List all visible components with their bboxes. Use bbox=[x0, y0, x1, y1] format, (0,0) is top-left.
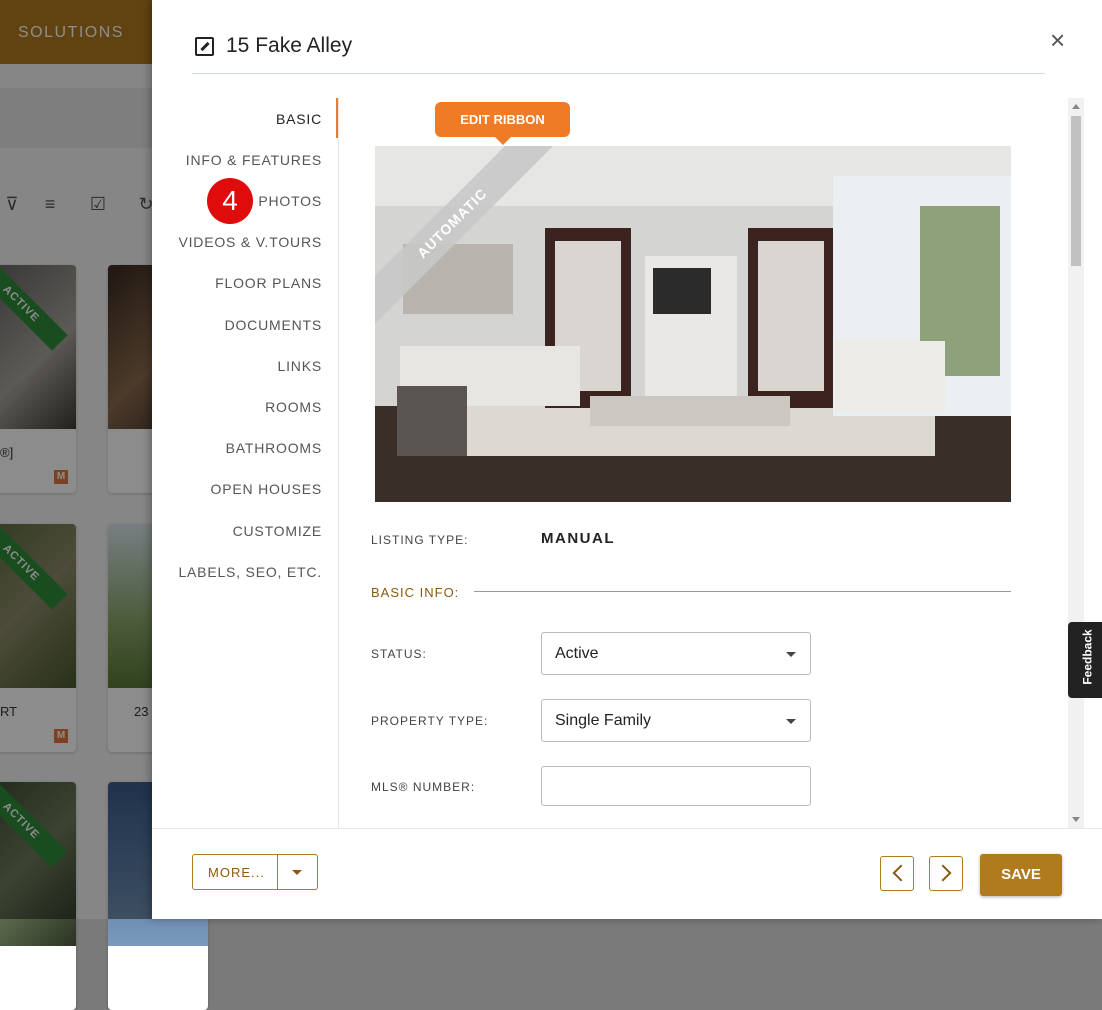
mls-number-input[interactable] bbox=[541, 766, 811, 806]
step-badge: 4 bbox=[207, 178, 253, 224]
nav-item-documents[interactable]: DOCUMENTS bbox=[225, 317, 322, 333]
chevron-down-icon[interactable] bbox=[292, 870, 302, 875]
nav-item-rooms[interactable]: ROOMS bbox=[265, 399, 322, 415]
listing-photo: AUTOMATIC bbox=[375, 146, 1011, 502]
basic-info-heading: BASIC INFO: bbox=[371, 585, 460, 600]
nav-item-bathrooms[interactable]: BATHROOMS bbox=[226, 440, 322, 456]
edit-listing-modal: 15 Fake Alley × BASIC INFO & FEATURES PH… bbox=[152, 0, 1102, 919]
content-scrollbar[interactable] bbox=[1068, 98, 1084, 828]
property-type-label: PROPERTY TYPE: bbox=[371, 714, 489, 728]
status-select-value: Active bbox=[555, 645, 599, 662]
chevron-down-icon bbox=[786, 719, 796, 724]
scroll-thumb[interactable] bbox=[1071, 116, 1081, 266]
listing-type-label: LISTING TYPE: bbox=[371, 533, 469, 547]
more-button-label: MORE... bbox=[208, 865, 265, 880]
property-type-select-value: Single Family bbox=[555, 712, 652, 729]
split-divider bbox=[277, 855, 278, 889]
chevron-right-icon bbox=[934, 864, 952, 882]
basic-content: EDIT RIBBON AUTOMATIC LISTING TYPE: MANU… bbox=[339, 98, 1067, 828]
edit-ribbon-button[interactable]: EDIT RIBBON bbox=[435, 102, 570, 145]
status-label: STATUS: bbox=[371, 647, 427, 661]
modal-header: 15 Fake Alley bbox=[192, 0, 1045, 74]
scroll-down-icon[interactable] bbox=[1072, 817, 1080, 822]
previous-button[interactable] bbox=[880, 856, 914, 891]
chevron-down-icon bbox=[786, 652, 796, 657]
nav-item-photos[interactable]: PHOTOS bbox=[258, 193, 322, 209]
modal-footer: MORE... SAVE bbox=[152, 828, 1102, 919]
nav-item-customize[interactable]: CUSTOMIZE bbox=[233, 523, 322, 539]
save-button[interactable]: SAVE bbox=[980, 854, 1062, 896]
status-select[interactable]: Active bbox=[541, 632, 811, 675]
nav-item-open-houses[interactable]: OPEN HOUSES bbox=[211, 481, 323, 497]
more-button[interactable]: MORE... bbox=[192, 854, 318, 890]
feedback-label: Feedback bbox=[1080, 629, 1095, 685]
edit-icon bbox=[195, 37, 214, 56]
feedback-tab[interactable]: Feedback bbox=[1068, 622, 1102, 698]
modal-backdrop[interactable] bbox=[0, 0, 152, 919]
listing-type-value: MANUAL bbox=[541, 530, 615, 547]
nav-item-videos-tours[interactable]: VIDEOS & V.TOURS bbox=[178, 234, 322, 250]
modal-title: 15 Fake Alley bbox=[226, 34, 353, 57]
scroll-up-icon[interactable] bbox=[1072, 104, 1080, 109]
next-button[interactable] bbox=[929, 856, 963, 891]
chevron-left-icon bbox=[892, 864, 910, 882]
nav-item-labels-seo[interactable]: LABELS, SEO, ETC. bbox=[178, 564, 322, 580]
nav-item-floor-plans[interactable]: FLOOR PLANS bbox=[215, 275, 322, 291]
nav-item-info-features[interactable]: INFO & FEATURES bbox=[186, 152, 322, 168]
nav-active-indicator bbox=[336, 98, 338, 138]
nav-item-links[interactable]: LINKS bbox=[278, 358, 322, 374]
nav-item-basic[interactable]: BASIC bbox=[276, 111, 322, 127]
close-icon[interactable]: × bbox=[1050, 27, 1065, 53]
mls-number-label: MLS® NUMBER: bbox=[371, 780, 476, 794]
property-type-select[interactable]: Single Family bbox=[541, 699, 811, 742]
section-divider bbox=[474, 591, 1011, 592]
